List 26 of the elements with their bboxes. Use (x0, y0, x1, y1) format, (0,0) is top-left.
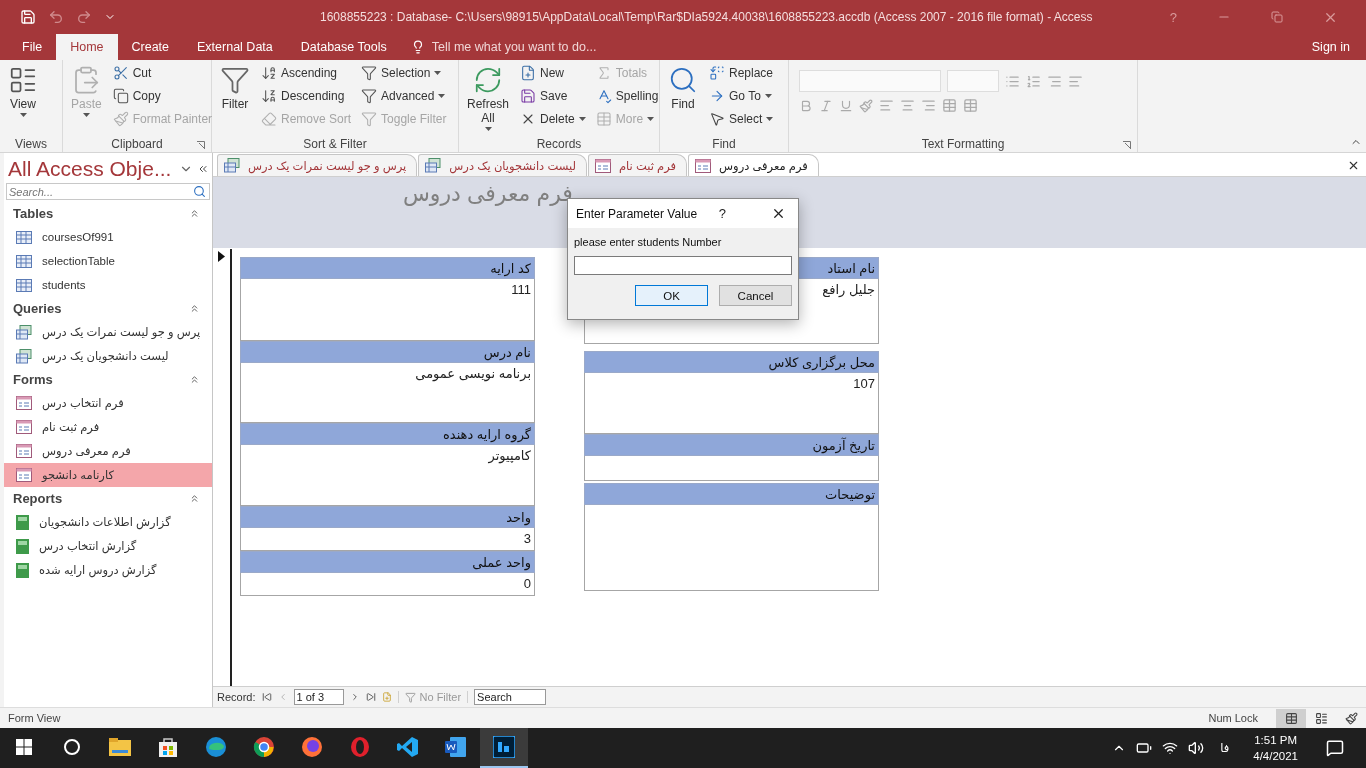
dialog-prompt: please enter students Number (574, 236, 723, 248)
nav-group-label: Forms (13, 372, 53, 387)
num-lock-indicator: Num Lock (1208, 712, 1258, 724)
form-title: فرم معرفی دروس (403, 181, 573, 207)
record-label: Record: (217, 691, 256, 703)
dialog-title: Enter Parameter Value (576, 206, 699, 221)
field-label: نام درس (240, 341, 535, 363)
field-label: واحد عملی (240, 551, 535, 573)
field-label: توضیحات (584, 483, 879, 505)
group-label: Views (15, 137, 47, 151)
group-label: Find (712, 137, 736, 151)
field-label: تاریخ آزمون (584, 434, 879, 456)
field-label: محل برگزاری کلاس (584, 351, 879, 373)
field-label: کد ارایه (240, 257, 535, 279)
group-label: Records (536, 137, 582, 151)
window-title: 1608855223 : Database- C:\Users\98915\AppData\Local\Temp\Rar$DIa5924.40038\1608855223.accdb (Access 2007 - 2016 file format) - Access (320, 10, 1094, 24)
group-label: Clipboard (111, 137, 163, 151)
group-label: Sort & Filter (303, 137, 367, 151)
status-text: Form View (8, 712, 61, 724)
nav-pane-title: All Access Obje... (8, 157, 173, 181)
nav-group-label: Tables (13, 206, 54, 221)
nav-group-label: Queries (13, 301, 62, 316)
field-label: واحد (240, 506, 535, 528)
field-label: گروه ارایه دهنده (240, 423, 535, 445)
group-label: Text Formatting (921, 137, 1005, 151)
nav-group-label: Reports (13, 491, 63, 506)
